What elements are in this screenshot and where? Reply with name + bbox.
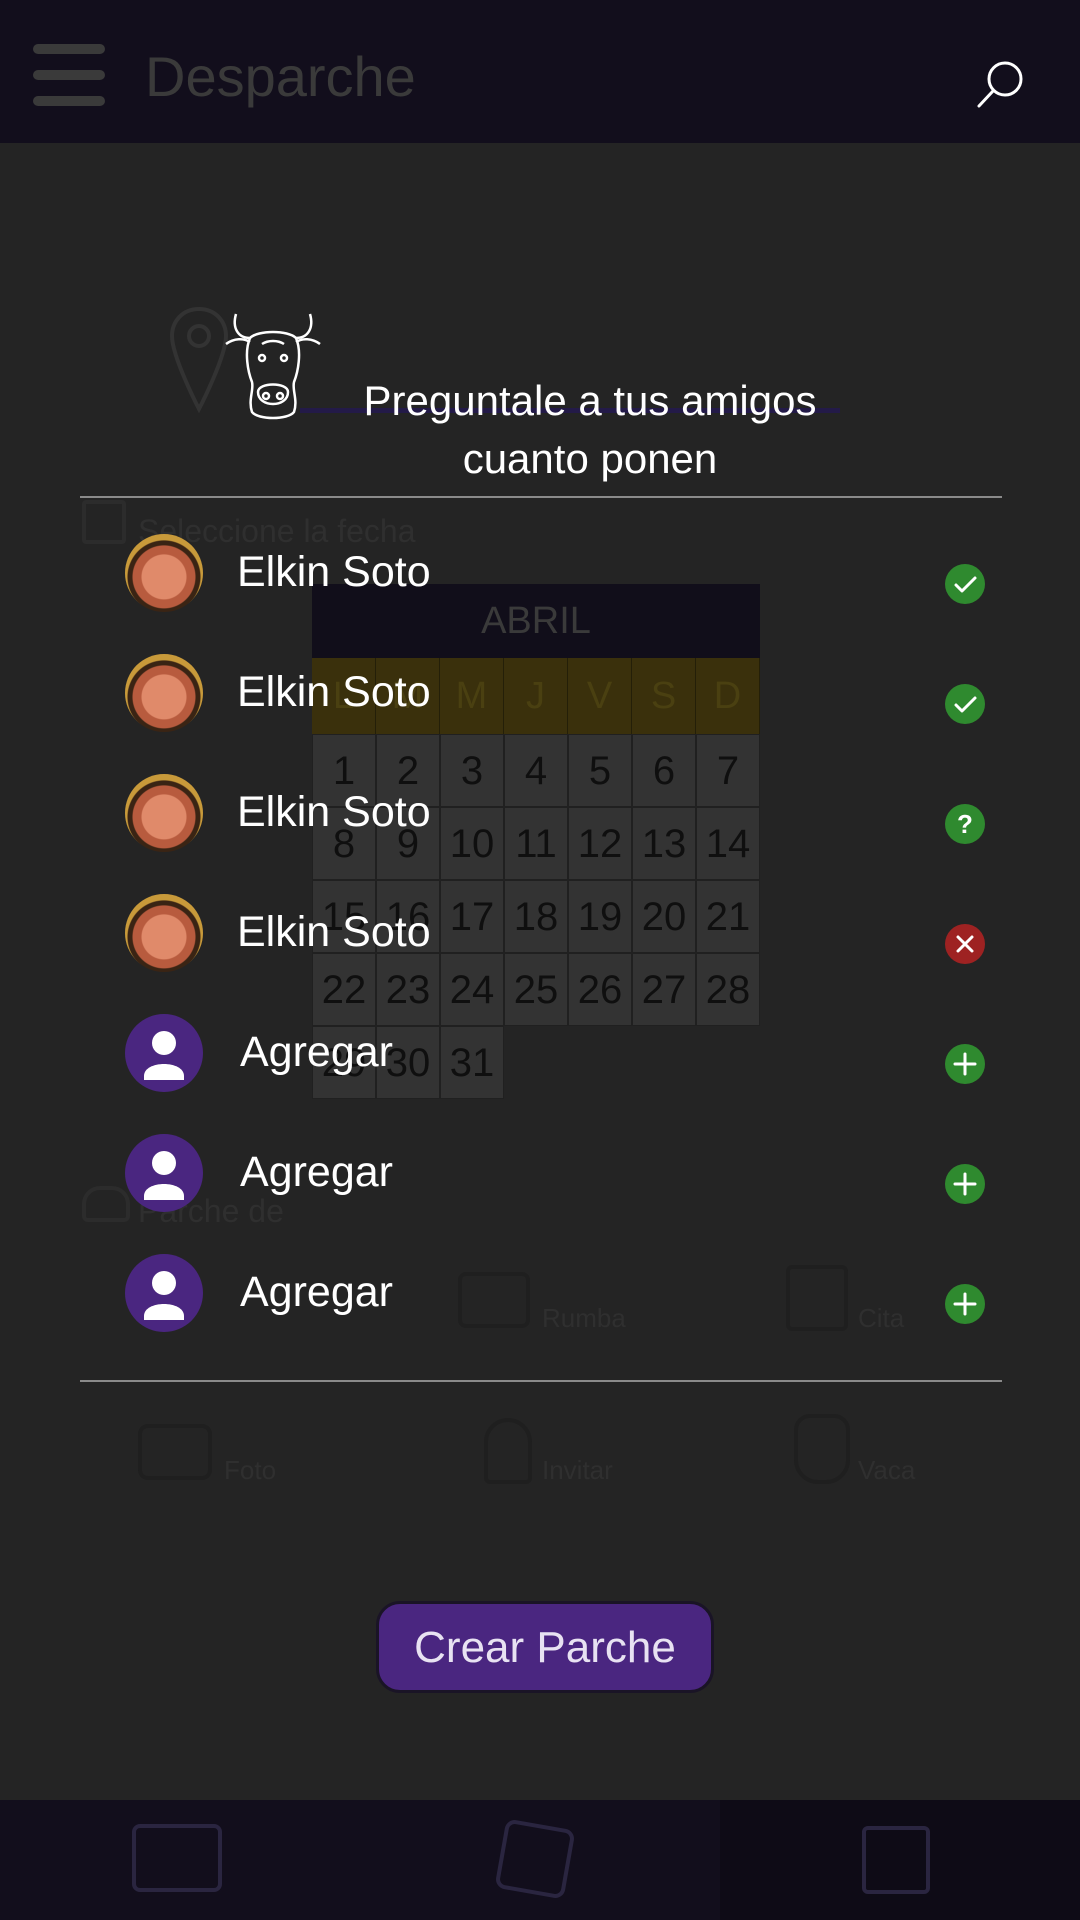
friend-row[interactable]: Elkin Soto ? bbox=[0, 774, 1080, 874]
friend-row[interactable]: Elkin Soto bbox=[0, 654, 1080, 754]
modal-title: Preguntale a tus amigos cuanto ponen bbox=[300, 372, 880, 488]
create-parche-button[interactable]: Crear Parche bbox=[376, 1601, 714, 1693]
add-friend-label: Agregar bbox=[240, 1268, 393, 1316]
calendar-star-icon[interactable] bbox=[862, 1826, 930, 1894]
avatar bbox=[125, 774, 203, 852]
friend-name: Elkin Soto bbox=[237, 908, 431, 956]
add-friend-row[interactable]: Agregar bbox=[0, 1134, 1080, 1234]
check-icon[interactable] bbox=[945, 564, 985, 604]
modal-top-divider bbox=[80, 496, 1002, 498]
plus-icon[interactable] bbox=[945, 1284, 985, 1324]
add-friend-label: Agregar bbox=[240, 1028, 393, 1076]
friend-name: Elkin Soto bbox=[237, 668, 431, 716]
avatar bbox=[125, 534, 203, 612]
action-foto[interactable]: Foto bbox=[224, 1455, 276, 1486]
close-icon[interactable] bbox=[945, 924, 985, 964]
bottom-nav bbox=[0, 1800, 1080, 1920]
add-friend-row[interactable]: Agregar bbox=[0, 1014, 1080, 1114]
modal-title-line: Preguntale a tus amigos bbox=[363, 377, 817, 424]
cow-icon bbox=[794, 1414, 850, 1484]
check-icon[interactable] bbox=[945, 684, 985, 724]
delivery-truck-icon[interactable] bbox=[132, 1824, 222, 1892]
avatar bbox=[125, 894, 203, 972]
svg-text:?: ? bbox=[957, 809, 973, 839]
user-placeholder-icon bbox=[125, 1254, 203, 1332]
plus-icon[interactable] bbox=[945, 1164, 985, 1204]
add-user-icon bbox=[484, 1418, 532, 1484]
search-icon[interactable] bbox=[975, 58, 1027, 110]
question-icon[interactable]: ? bbox=[945, 804, 985, 844]
add-friend-row[interactable]: Agregar bbox=[0, 1254, 1080, 1354]
add-friend-label: Agregar bbox=[240, 1148, 393, 1196]
friend-row[interactable]: Elkin Soto bbox=[0, 534, 1080, 634]
friend-name: Elkin Soto bbox=[237, 788, 431, 836]
user-placeholder-icon bbox=[125, 1014, 203, 1092]
location-pin-icon bbox=[168, 305, 230, 420]
modal-bottom-divider bbox=[80, 1380, 1002, 1382]
app-title: Desparche bbox=[145, 45, 416, 108]
friend-row[interactable]: Elkin Soto bbox=[0, 894, 1080, 994]
friend-name: Elkin Soto bbox=[237, 548, 431, 596]
camera-icon bbox=[138, 1424, 212, 1480]
action-invitar[interactable]: Invitar bbox=[542, 1455, 613, 1486]
plus-icon[interactable] bbox=[945, 1044, 985, 1084]
dice-icon[interactable] bbox=[494, 1818, 576, 1900]
menu-icon[interactable] bbox=[33, 44, 105, 106]
user-placeholder-icon bbox=[125, 1134, 203, 1212]
avatar bbox=[125, 654, 203, 732]
modal-title-line: cuanto ponen bbox=[462, 435, 718, 482]
action-vaca[interactable]: Vaca bbox=[858, 1455, 915, 1486]
